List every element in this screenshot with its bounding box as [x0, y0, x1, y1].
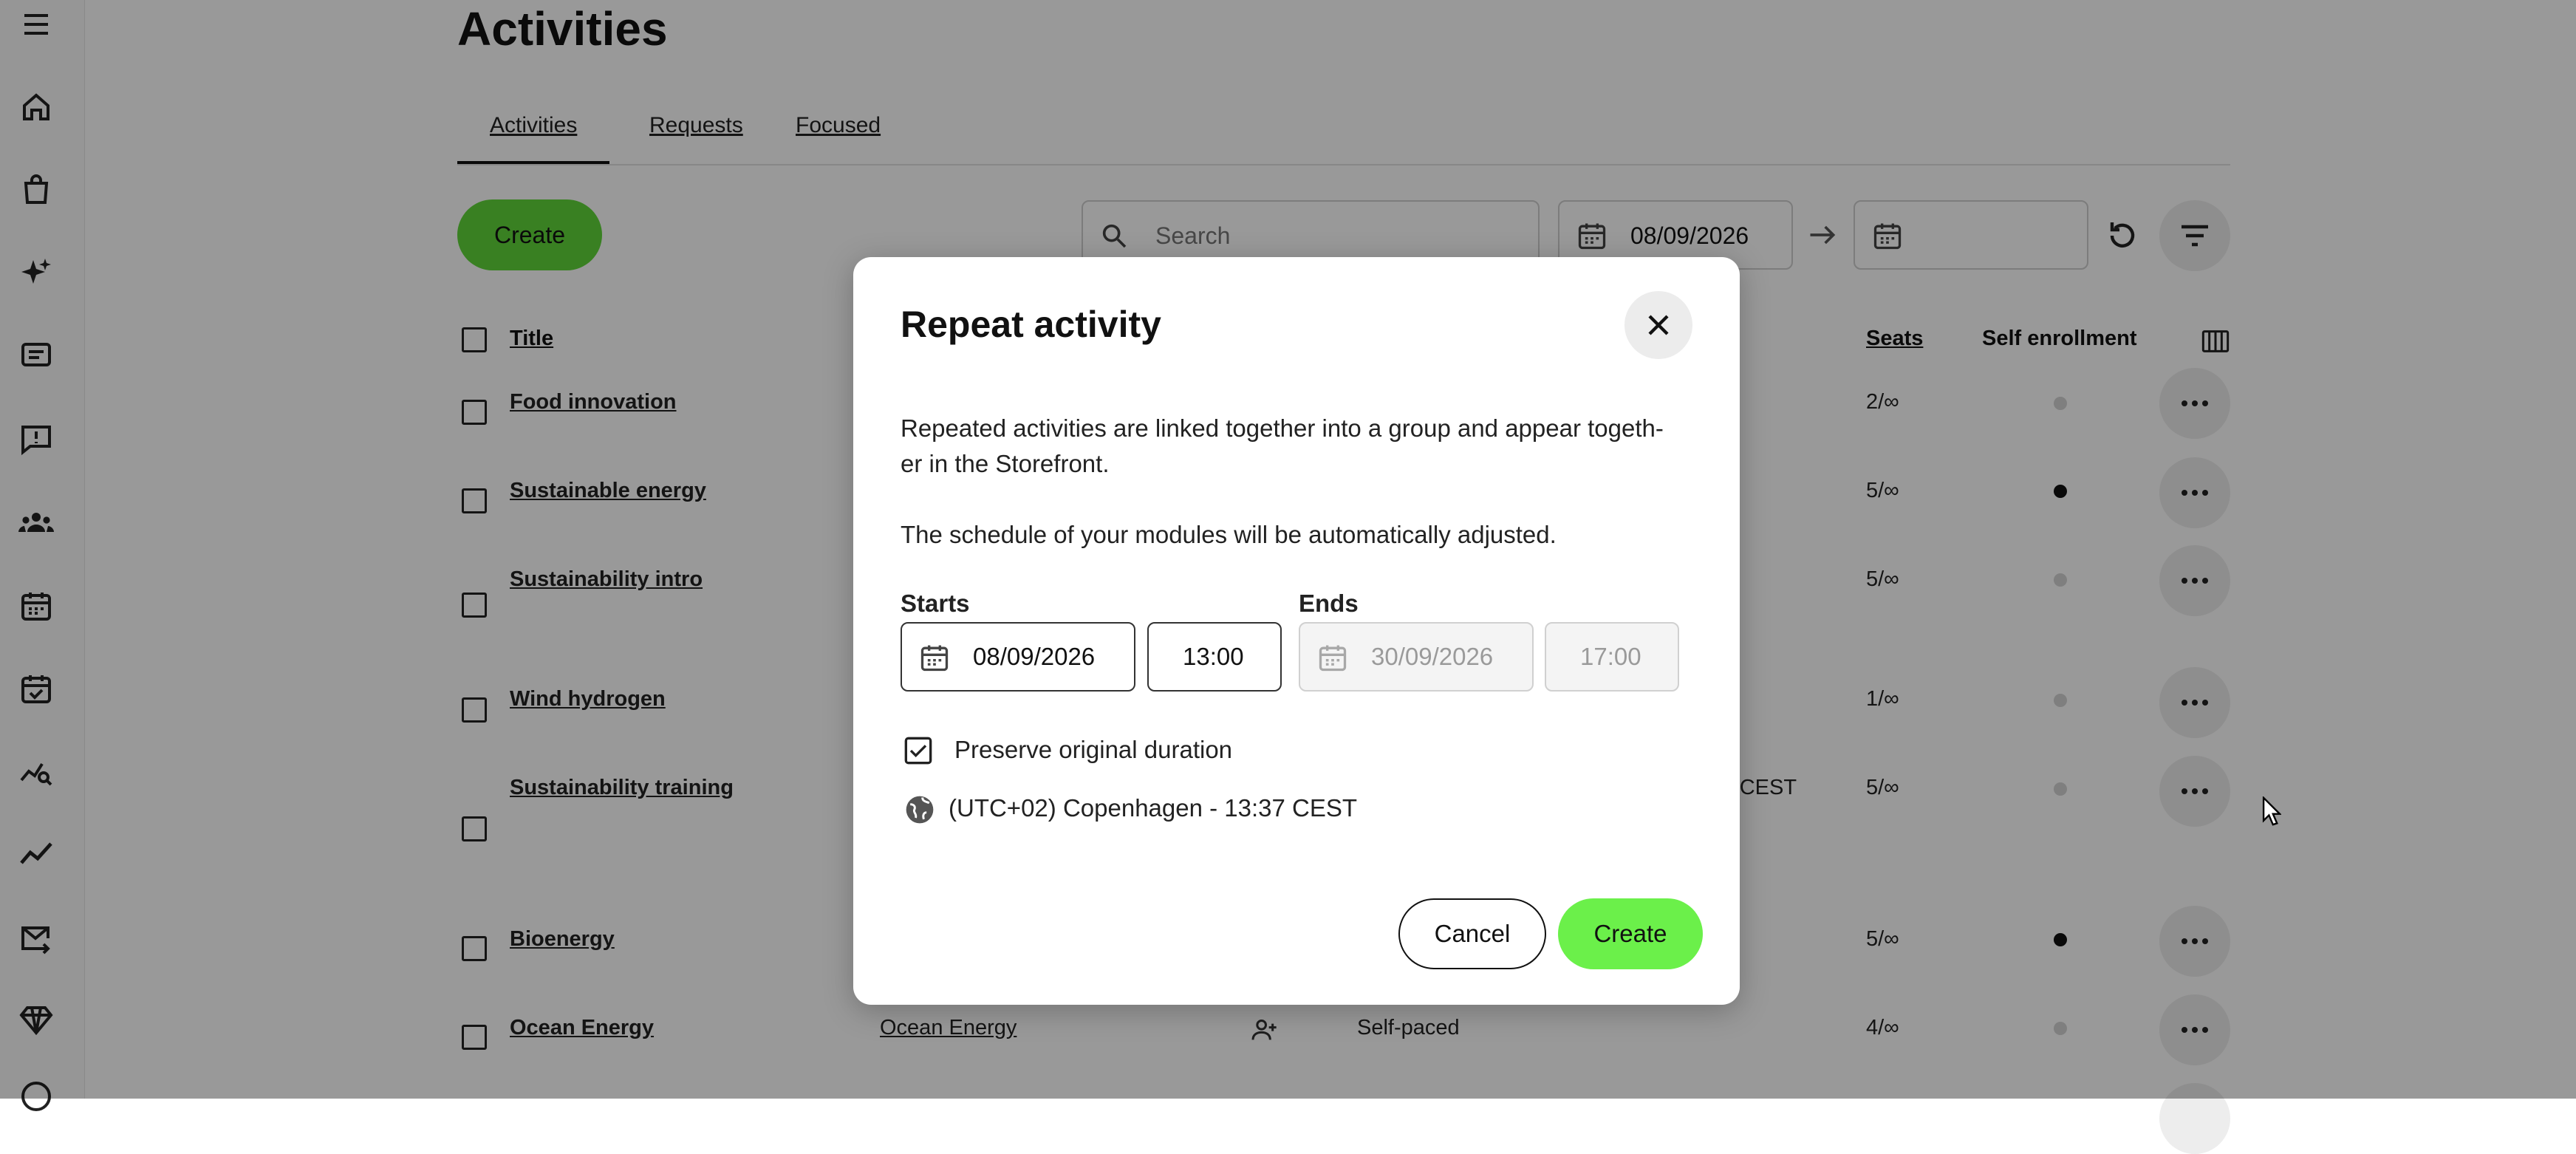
end-time-field: 17:00: [1545, 622, 1679, 692]
dialog-title: Repeat activity: [901, 304, 1161, 345]
repeat-activity-dialog: Repeat activity Repeated activities are …: [853, 257, 1740, 1005]
calendar-icon: [1319, 645, 1347, 672]
start-date-value: 08/09/2026: [973, 643, 1096, 670]
cancel-button[interactable]: Cancel: [1398, 898, 1546, 969]
start-date-field[interactable]: 08/09/2026: [901, 622, 1135, 692]
dialog-create-button[interactable]: Create: [1558, 898, 1703, 969]
timezone-label: (UTC+02) Copenhagen - 13:37 CEST: [949, 794, 1358, 822]
close-button[interactable]: [1624, 291, 1692, 359]
dialog-description: Repeated activities are linked together …: [901, 414, 1664, 442]
start-time-value: 13:00: [1183, 643, 1244, 670]
starts-label: Starts: [901, 590, 970, 617]
preserve-duration-checkbox[interactable]: [903, 736, 933, 765]
end-date-field: 30/09/2026: [1299, 622, 1534, 692]
globe-icon: [906, 796, 934, 824]
ends-label: Ends: [1299, 590, 1359, 617]
dialog-description-continued: er in the Storefront.: [901, 450, 1110, 477]
close-icon: [1648, 315, 1669, 335]
start-time-field[interactable]: 13:00: [1147, 622, 1282, 692]
preserve-duration-label[interactable]: Preserve original duration: [954, 736, 1232, 764]
end-time-value: 17:00: [1580, 643, 1641, 670]
calendar-icon: [920, 645, 949, 672]
mouse-cursor-icon: [2262, 796, 2281, 826]
dialog-schedule-note: The schedule of your modules will be aut…: [901, 521, 1557, 548]
end-date-value: 30/09/2026: [1371, 643, 1494, 670]
